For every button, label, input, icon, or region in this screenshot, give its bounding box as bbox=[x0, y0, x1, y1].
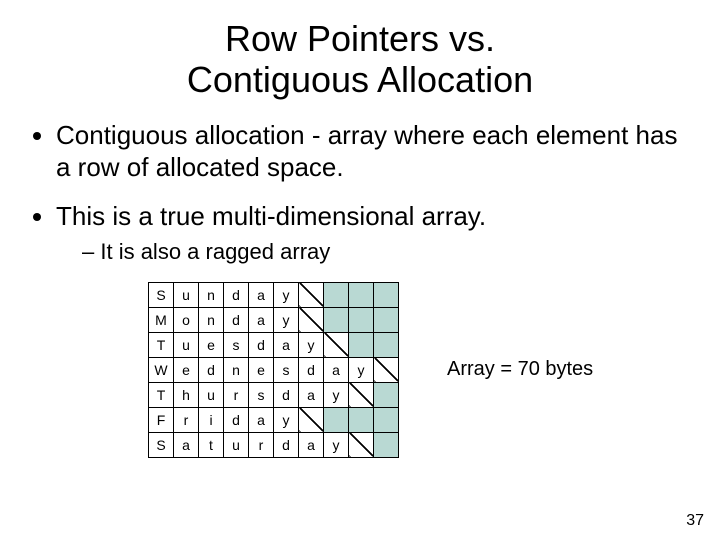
bullet-1: Contiguous allocation - array where each… bbox=[56, 119, 692, 184]
table-cell: T bbox=[149, 382, 174, 407]
array-size-caption: Array = 70 bytes bbox=[447, 358, 593, 381]
table-cell: a bbox=[299, 382, 324, 407]
table-cell: i bbox=[199, 407, 224, 432]
slide-title: Row Pointers vs. Contiguous Allocation bbox=[28, 18, 692, 101]
table-cell bbox=[349, 407, 374, 432]
table-cell bbox=[349, 282, 374, 307]
memory-table: SundayMondayTuesdayWednesdayThursdayFrid… bbox=[148, 282, 399, 458]
title-line-1: Row Pointers vs. bbox=[225, 18, 495, 59]
table-cell: r bbox=[174, 407, 199, 432]
table-cell bbox=[374, 332, 399, 357]
table-cell: s bbox=[249, 382, 274, 407]
table-cell: e bbox=[249, 357, 274, 382]
table-cell: n bbox=[224, 357, 249, 382]
table-cell bbox=[374, 282, 399, 307]
table-cell bbox=[299, 407, 324, 432]
table-cell: e bbox=[174, 357, 199, 382]
table-cell: F bbox=[149, 407, 174, 432]
table-cell bbox=[349, 382, 374, 407]
table-cell: a bbox=[249, 407, 274, 432]
table-cell bbox=[299, 282, 324, 307]
table-cell: a bbox=[299, 432, 324, 457]
table-row: Saturday bbox=[149, 432, 399, 457]
table-cell: e bbox=[199, 332, 224, 357]
table-cell: s bbox=[224, 332, 249, 357]
sub-bullet-1: It is also a ragged array bbox=[82, 238, 692, 266]
table-cell: t bbox=[199, 432, 224, 457]
table-cell: r bbox=[249, 432, 274, 457]
table-row: Thursday bbox=[149, 382, 399, 407]
table-cell: d bbox=[199, 357, 224, 382]
table-cell: y bbox=[274, 282, 299, 307]
table-cell bbox=[349, 332, 374, 357]
table-cell bbox=[299, 307, 324, 332]
table-cell: y bbox=[324, 432, 349, 457]
bullet-2-text: This is a true multi-dimensional array. bbox=[56, 201, 486, 231]
table-cell: d bbox=[274, 382, 299, 407]
table-cell: d bbox=[224, 407, 249, 432]
table-cell: y bbox=[299, 332, 324, 357]
table-cell bbox=[324, 407, 349, 432]
table-cell: S bbox=[149, 282, 174, 307]
table-cell: T bbox=[149, 332, 174, 357]
table-row: Wednesday bbox=[149, 357, 399, 382]
table-cell bbox=[349, 432, 374, 457]
table-cell: o bbox=[174, 307, 199, 332]
table-cell bbox=[349, 307, 374, 332]
table-cell bbox=[324, 332, 349, 357]
table-cell bbox=[324, 282, 349, 307]
table-cell: d bbox=[224, 307, 249, 332]
table-cell: d bbox=[224, 282, 249, 307]
table-cell: y bbox=[274, 407, 299, 432]
table-cell: u bbox=[224, 432, 249, 457]
table-cell: n bbox=[199, 307, 224, 332]
table-cell: a bbox=[324, 357, 349, 382]
bullet-2: This is a true multi-dimensional array. … bbox=[56, 200, 692, 266]
table-cell: y bbox=[349, 357, 374, 382]
table-cell: d bbox=[299, 357, 324, 382]
table-cell bbox=[374, 307, 399, 332]
table-cell bbox=[374, 382, 399, 407]
table-cell bbox=[324, 307, 349, 332]
table-cell bbox=[374, 407, 399, 432]
table-cell: a bbox=[174, 432, 199, 457]
table-row: Friday bbox=[149, 407, 399, 432]
table-cell: h bbox=[174, 382, 199, 407]
table-row: Tuesday bbox=[149, 332, 399, 357]
table-cell: u bbox=[174, 332, 199, 357]
table-cell: a bbox=[249, 282, 274, 307]
sub-bullet-list: It is also a ragged array bbox=[56, 238, 692, 266]
bullet-list: Contiguous allocation - array where each… bbox=[28, 119, 692, 266]
table-cell: y bbox=[324, 382, 349, 407]
table-cell: s bbox=[274, 357, 299, 382]
table-cell: y bbox=[274, 307, 299, 332]
table-cell: W bbox=[149, 357, 174, 382]
table-cell: d bbox=[274, 432, 299, 457]
table-cell: a bbox=[249, 307, 274, 332]
table-cell: u bbox=[199, 382, 224, 407]
page-number: 37 bbox=[686, 512, 704, 530]
table-cell: u bbox=[174, 282, 199, 307]
table-cell: a bbox=[274, 332, 299, 357]
title-line-2: Contiguous Allocation bbox=[187, 59, 533, 100]
table-cell: d bbox=[249, 332, 274, 357]
table-cell: S bbox=[149, 432, 174, 457]
table-row: Monday bbox=[149, 307, 399, 332]
table-cell bbox=[374, 357, 399, 382]
table-cell: r bbox=[224, 382, 249, 407]
table-cell bbox=[374, 432, 399, 457]
table-cell: n bbox=[199, 282, 224, 307]
table-cell: M bbox=[149, 307, 174, 332]
table-row: Sunday bbox=[149, 282, 399, 307]
